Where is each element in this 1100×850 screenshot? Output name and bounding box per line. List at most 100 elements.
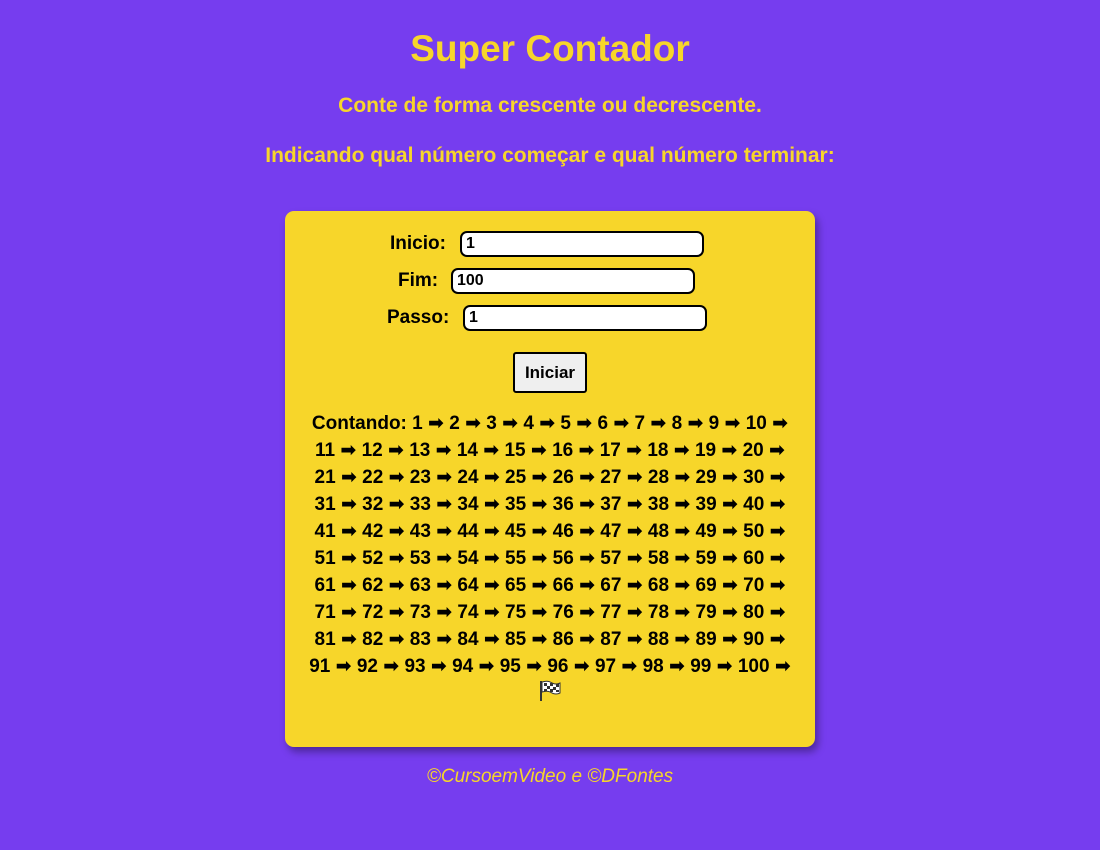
count-number: 88: [647, 629, 670, 650]
inicio-input[interactable]: [460, 231, 704, 257]
count-item: 51 ➡: [315, 548, 357, 569]
count-item: 41 ➡: [315, 521, 357, 542]
count-item: 53 ➡: [410, 548, 452, 569]
arrow-icon: ➡: [388, 521, 405, 542]
arrow-icon: ➡: [674, 575, 691, 596]
arrow-icon: ➡: [483, 521, 500, 542]
count-item: 99 ➡: [690, 656, 732, 677]
count-number: 50: [743, 521, 765, 542]
arrow-icon: ➡: [579, 575, 595, 596]
count-number: 82: [362, 629, 384, 650]
arrow-icon: ➡: [436, 629, 453, 650]
count-item: 87 ➡: [600, 629, 642, 650]
count-number: 46: [552, 521, 574, 542]
arrow-icon: ➡: [579, 494, 595, 515]
count-item: 45 ➡: [505, 521, 547, 542]
arrow-icon: ➡: [669, 656, 685, 677]
count-item: 79 ➡: [696, 602, 738, 623]
count-item: 98 ➡: [643, 656, 685, 677]
arrow-icon: ➡: [526, 656, 543, 677]
arrow-icon: ➡: [576, 413, 593, 434]
arrow-icon: ➡: [721, 494, 738, 515]
count-item: 68 ➡: [648, 575, 690, 596]
count-item: 54 ➡: [457, 548, 499, 569]
count-item: 61 ➡: [315, 575, 357, 596]
count-item: 35 ➡: [505, 494, 547, 515]
count-number: 38: [647, 494, 670, 515]
arrow-icon: ➡: [340, 629, 357, 650]
count-number: 5: [560, 413, 571, 434]
arrow-icon: ➡: [721, 629, 738, 650]
count-item: 30 ➡: [743, 467, 785, 488]
count-item: 63 ➡: [410, 575, 452, 596]
count-number: 32: [362, 494, 384, 515]
count-number: 55: [505, 548, 527, 569]
count-item: 18 ➡: [647, 440, 689, 461]
count-number: 68: [647, 575, 670, 596]
count-number: 56: [552, 548, 574, 569]
count-item: 23 ➡: [410, 467, 452, 488]
count-number: 13: [409, 440, 431, 461]
count-item: 72 ➡: [362, 602, 404, 623]
count-item: 100 ➡: [738, 656, 791, 677]
arrow-icon: ➡: [531, 629, 548, 650]
count-number: 27: [600, 467, 622, 488]
count-number: 16: [552, 440, 574, 461]
count-item: 70 ➡: [743, 575, 785, 596]
count-item: 27 ➡: [600, 467, 642, 488]
count-item: 9 ➡: [709, 413, 741, 434]
count-number: 11: [315, 440, 336, 461]
count-item: 94 ➡: [452, 656, 494, 677]
count-number: 99: [690, 656, 712, 677]
checkered-flag-icon: [538, 680, 562, 710]
count-number: 71: [314, 602, 336, 623]
arrow-icon: ➡: [531, 521, 548, 542]
arrow-icon: ➡: [769, 548, 786, 569]
count-item: 52 ➡: [362, 548, 404, 569]
count-item: 78 ➡: [648, 602, 690, 623]
count-item: 25 ➡: [505, 467, 547, 488]
arrow-icon: ➡: [340, 467, 357, 488]
iniciar-button[interactable]: Iniciar: [513, 352, 587, 393]
count-number: 52: [362, 548, 384, 569]
count-number: 17: [599, 440, 621, 461]
count-number: 26: [552, 467, 574, 488]
count-number: 51: [314, 548, 336, 569]
footer-credits: ©CursoemVideo e ©DFontes: [426, 766, 674, 787]
subtitle-direction: Conte de forma crescente ou decrescente.: [338, 94, 762, 117]
count-item: 64 ➡: [457, 575, 499, 596]
count-item: 48 ➡: [648, 521, 690, 542]
count-item: 11 ➡: [315, 440, 356, 461]
arrow-icon: ➡: [626, 521, 643, 542]
count-number: 39: [695, 494, 717, 515]
count-number: 95: [499, 656, 521, 677]
arrow-icon: ➡: [674, 467, 691, 488]
arrow-icon: ➡: [388, 467, 405, 488]
count-number: 45: [505, 521, 527, 542]
count-item: 20 ➡: [743, 440, 785, 461]
arrow-icon: ➡: [769, 467, 786, 488]
fim-input[interactable]: [451, 268, 695, 294]
inicio-label: Inicio:: [390, 233, 446, 254]
count-number: 54: [457, 548, 479, 569]
count-item: 24 ➡: [457, 467, 499, 488]
count-number: 21: [314, 467, 336, 488]
count-number: 57: [600, 548, 622, 569]
arrow-icon: ➡: [335, 656, 352, 677]
arrow-icon: ➡: [579, 521, 595, 542]
count-number: 3: [486, 413, 497, 434]
count-number: 75: [505, 602, 527, 623]
page-title: Super Contador: [410, 28, 690, 69]
arrow-icon: ➡: [483, 575, 500, 596]
arrow-icon: ➡: [721, 467, 738, 488]
passo-input[interactable]: [463, 305, 707, 331]
arrow-icon: ➡: [769, 494, 786, 515]
count-item: 1 ➡: [412, 413, 444, 434]
count-number: 59: [695, 548, 717, 569]
count-item: 29 ➡: [696, 467, 738, 488]
count-number: 6: [597, 413, 609, 434]
count-item: 6 ➡: [597, 413, 629, 434]
arrow-icon: ➡: [621, 656, 638, 677]
count-item: 92 ➡: [357, 656, 399, 677]
arrow-icon: ➡: [388, 548, 405, 569]
